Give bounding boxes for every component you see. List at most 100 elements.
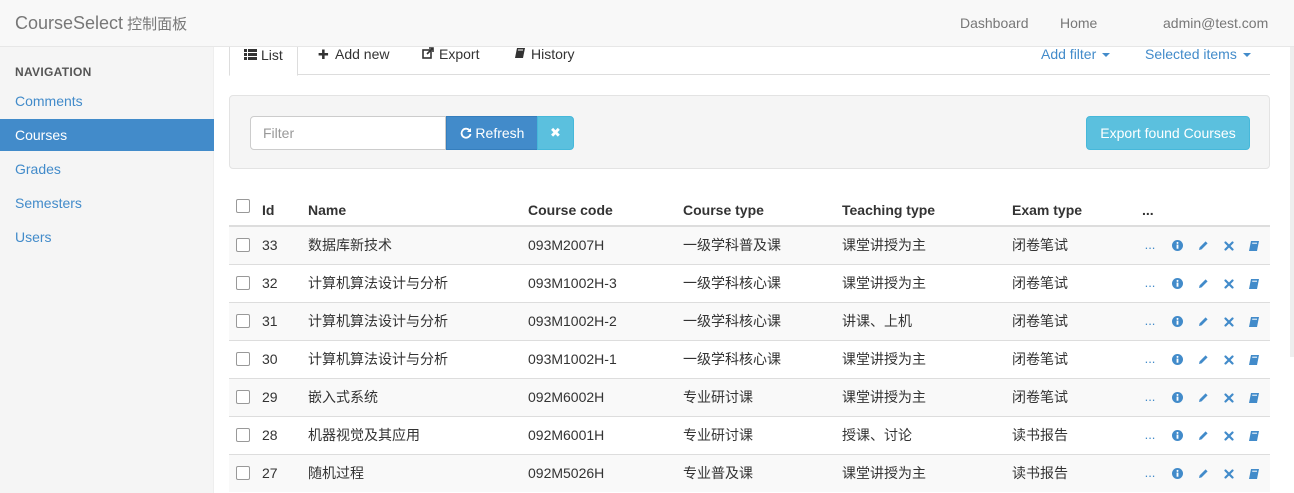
row-history-button[interactable]	[1246, 303, 1262, 339]
export-found-button[interactable]: Export found Courses	[1086, 116, 1250, 150]
row-delete-button[interactable]	[1221, 303, 1237, 339]
tab-history[interactable]: History	[514, 46, 575, 62]
cell-id: 28	[262, 427, 278, 443]
row-checkbox[interactable]	[236, 466, 250, 480]
row-info-button[interactable]	[1169, 265, 1185, 301]
brand[interactable]: CourseSelect 控制面板	[15, 13, 187, 34]
cell-name: 随机过程	[308, 465, 364, 481]
add-filter-dropdown[interactable]: Add filter	[1041, 46, 1111, 62]
delete-icon	[1224, 238, 1234, 252]
row-more-button[interactable]: ...	[1142, 303, 1158, 339]
row-edit-button[interactable]	[1195, 303, 1211, 339]
row-delete-button[interactable]	[1221, 455, 1237, 491]
more-icon: ...	[1144, 465, 1156, 480]
row-checkbox[interactable]	[236, 428, 250, 442]
edit-icon	[1197, 466, 1209, 480]
row-more-button[interactable]: ...	[1142, 227, 1158, 263]
row-more-button[interactable]: ...	[1142, 341, 1158, 377]
table-row: 29 嵌入式系统 092M6002H 专业研讨课 课堂讲授为主 闭卷笔试...	[229, 378, 1270, 416]
tab-add-new[interactable]: ✚ Add new	[318, 46, 389, 63]
row-more-button[interactable]: ...	[1142, 455, 1158, 491]
cell-teaching-type: 课堂讲授为主	[842, 275, 926, 291]
cell-exam-type: 闭卷笔试	[1012, 389, 1068, 405]
row-info-button[interactable]	[1169, 455, 1185, 491]
row-delete-button[interactable]	[1221, 341, 1237, 377]
row-info-button[interactable]	[1169, 341, 1185, 377]
refresh-button[interactable]: Refresh	[446, 116, 538, 150]
row-history-button[interactable]	[1246, 417, 1262, 453]
row-info-button[interactable]	[1169, 227, 1185, 263]
nav-user-menu[interactable]: admin@test.com	[1163, 15, 1268, 31]
row-edit-button[interactable]	[1195, 417, 1211, 453]
row-more-button[interactable]: ...	[1142, 265, 1158, 301]
info-icon	[1171, 428, 1183, 442]
row-more-button[interactable]: ...	[1142, 417, 1158, 453]
more-icon: ...	[1144, 351, 1156, 366]
cell-course-code: 092M6002H	[528, 389, 605, 405]
caret-down-icon	[1102, 53, 1111, 58]
select-all-checkbox[interactable]	[236, 199, 250, 213]
history-icon	[1248, 428, 1260, 442]
row-history-button[interactable]	[1246, 341, 1262, 377]
row-more-button[interactable]: ...	[1142, 379, 1158, 415]
header-teaching-type[interactable]: Teaching type	[842, 192, 935, 228]
row-checkbox[interactable]	[236, 314, 250, 328]
cell-exam-type: 闭卷笔试	[1012, 237, 1068, 253]
row-info-button[interactable]	[1169, 379, 1185, 415]
history-icon	[1248, 390, 1260, 404]
row-history-button[interactable]	[1246, 265, 1262, 301]
sidebar-item-users[interactable]: Users	[0, 221, 214, 253]
sidebar-item-grades[interactable]: Grades	[0, 153, 214, 185]
nav-home-link[interactable]: Home	[1060, 15, 1097, 31]
sidebar-item-semesters[interactable]: Semesters	[0, 187, 214, 219]
row-history-button[interactable]	[1246, 227, 1262, 263]
sidebar-header: NAVIGATION	[15, 65, 92, 79]
row-checkbox[interactable]	[236, 238, 250, 252]
delete-icon	[1224, 466, 1234, 480]
cell-teaching-type: 课堂讲授为主	[842, 351, 926, 367]
row-edit-button[interactable]	[1195, 265, 1211, 301]
cell-course-type: 专业普及课	[683, 465, 753, 481]
tab-export[interactable]: Export	[422, 46, 479, 62]
row-checkbox[interactable]	[236, 276, 250, 290]
row-checkbox[interactable]	[236, 390, 250, 404]
table-row: 31 计算机算法设计与分析 093M1002H-2 一级学科核心课 讲课、上机 闭卷笔试.…	[229, 302, 1270, 340]
row-delete-button[interactable]	[1221, 379, 1237, 415]
tab-list-label: List	[261, 47, 283, 63]
header-id[interactable]: Id	[262, 192, 274, 228]
row-edit-button[interactable]	[1195, 341, 1211, 377]
sidebar-item-comments[interactable]: Comments	[0, 85, 214, 117]
row-history-button[interactable]	[1246, 379, 1262, 415]
header-name[interactable]: Name	[308, 192, 346, 228]
page-scroll-edge	[1290, 47, 1294, 357]
header-exam-type[interactable]: Exam type	[1012, 192, 1082, 228]
row-edit-button[interactable]	[1195, 455, 1211, 491]
selected-items-dropdown[interactable]: Selected items	[1145, 46, 1251, 62]
list-icon	[244, 48, 258, 63]
cell-id: 31	[262, 313, 278, 329]
row-delete-button[interactable]	[1221, 417, 1237, 453]
row-info-button[interactable]	[1169, 417, 1185, 453]
header-course-code[interactable]: Course code	[528, 192, 613, 228]
delete-icon	[1224, 352, 1234, 366]
table-row: 28 机器视觉及其应用 092M6001H 专业研讨课 授课、讨论 读书报告...	[229, 416, 1270, 454]
row-info-button[interactable]	[1169, 303, 1185, 339]
row-delete-button[interactable]	[1221, 227, 1237, 263]
row-edit-button[interactable]	[1195, 379, 1211, 415]
row-delete-button[interactable]	[1221, 265, 1237, 301]
header-course-type[interactable]: Course type	[683, 192, 764, 228]
row-edit-button[interactable]	[1195, 227, 1211, 263]
cell-course-type: 一级学科核心课	[683, 275, 781, 291]
more-icon: ...	[1144, 275, 1156, 290]
info-icon	[1171, 276, 1183, 290]
tab-export-label: Export	[439, 46, 480, 62]
cell-course-code: 093M2007H	[528, 237, 605, 253]
cell-exam-type: 读书报告	[1012, 465, 1068, 481]
row-checkbox[interactable]	[236, 352, 250, 366]
row-history-button[interactable]	[1246, 455, 1262, 491]
nav-dashboard-link[interactable]: Dashboard	[960, 15, 1029, 31]
cell-name: 计算机算法设计与分析	[308, 313, 448, 329]
filter-input[interactable]	[250, 116, 446, 150]
clear-filter-button[interactable]: ✖	[537, 116, 574, 150]
sidebar-item-courses[interactable]: Courses	[0, 119, 214, 151]
